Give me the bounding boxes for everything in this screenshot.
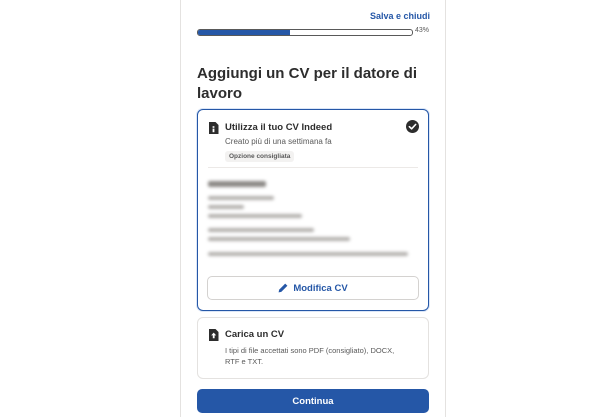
cv-preview-blurred [208, 175, 413, 267]
cv-preview-line [208, 237, 350, 241]
option-upload-cv-title: Carica un CV [225, 329, 285, 340]
save-and-close-link[interactable]: Salva e chiudi [370, 11, 430, 21]
option-indeed-cv[interactable]: Utilizza il tuo CV Indeed Creato più di … [197, 109, 429, 311]
progress-bar [197, 29, 413, 36]
application-panel: Salva e chiudi 43% Aggiungi un CV per il… [180, 0, 446, 417]
option-upload-cv-description: I tipi di file accettati sono PDF (consi… [225, 346, 395, 366]
checkmark-icon [406, 120, 419, 133]
option-indeed-cv-subtitle: Creato più di una settimana fa [225, 137, 332, 146]
option-indeed-cv-title: Utilizza il tuo CV Indeed [225, 122, 333, 133]
progress-bar-fill [198, 30, 291, 35]
edit-cv-button-label: Modifica CV [293, 282, 348, 294]
pencil-icon [278, 283, 288, 293]
page-title: Aggiungi un CV per il datore di lavoro [197, 65, 417, 102]
progress-percent-label: 43% [415, 27, 430, 34]
card-divider [208, 167, 418, 168]
cv-preview-line [208, 205, 244, 209]
option-upload-cv[interactable]: Carica un CV I tipi di file accettati so… [197, 317, 429, 379]
document-icon [209, 122, 219, 134]
continue-button[interactable]: Continua [197, 389, 429, 413]
cv-preview-line [208, 181, 266, 187]
cv-preview-line [208, 252, 408, 256]
cv-preview-line [208, 228, 314, 232]
cv-preview-line [208, 214, 302, 218]
cv-preview-line [208, 196, 274, 200]
edit-cv-button[interactable]: Modifica CV [207, 276, 419, 300]
upload-file-icon [209, 329, 219, 341]
recommended-badge: Opzione consigliata [225, 151, 295, 162]
